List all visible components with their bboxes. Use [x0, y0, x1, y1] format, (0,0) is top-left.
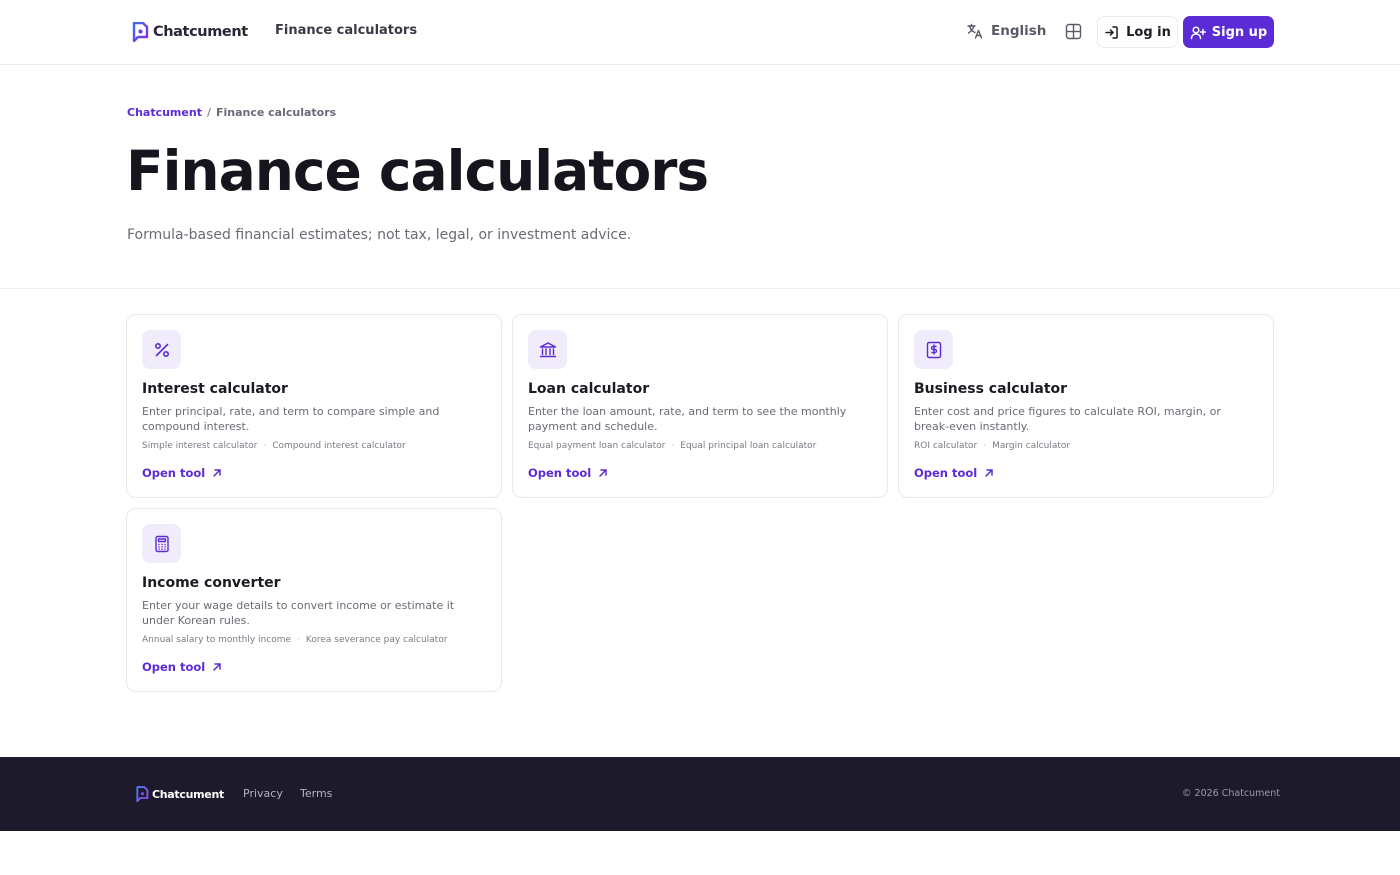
arrow-up-right-icon [599, 469, 607, 477]
card-tag[interactable]: Annual salary to monthly income [142, 635, 291, 645]
footer-brand-name: Chatcument [152, 788, 224, 801]
breadcrumb: Chatcument / Finance calculators [127, 106, 336, 119]
card-tag[interactable]: Compound interest calculator [272, 441, 406, 451]
card-title: Loan calculator [528, 381, 650, 397]
breadcrumb-separator: / [206, 106, 211, 119]
card-icon-wrap [142, 524, 181, 563]
open-tool-label: Open tool [914, 466, 978, 480]
card-tag[interactable]: Margin calculator [992, 441, 1070, 451]
card-tag[interactable]: Equal payment loan calculator [528, 441, 665, 451]
chatcument-logo-icon [132, 21, 149, 42]
card-tags: Annual salary to monthly income · Korea … [142, 635, 447, 645]
language-selector[interactable]: English [966, 22, 1046, 40]
language-label: English [991, 23, 1047, 39]
footer-brand-logo[interactable]: Chatcument [135, 786, 224, 803]
page-subtitle: Formula-based financial estimates; not t… [127, 227, 632, 243]
open-tool-link[interactable]: Open tool [914, 466, 994, 480]
open-tool-label: Open tool [142, 660, 206, 674]
footer-terms-link[interactable]: Terms [300, 787, 332, 800]
site-footer: Chatcument Privacy Terms © 2026 Chatcume… [0, 757, 1400, 831]
open-tool-link[interactable]: Open tool [142, 466, 222, 480]
card-icon-wrap [142, 330, 181, 369]
card-description: Enter principal, rate, and term to compa… [142, 405, 440, 433]
nav-finance-calculators[interactable]: Finance calculators [275, 23, 417, 38]
user-plus-icon [1190, 25, 1206, 39]
tag-separator: · [983, 441, 987, 451]
card-tag[interactable]: Korea severance pay calculator [306, 635, 448, 645]
signup-label: Sign up [1211, 24, 1268, 40]
open-tool-link[interactable]: Open tool [528, 466, 608, 480]
login-icon [1105, 25, 1118, 39]
tag-separator: · [297, 635, 300, 645]
card-description: Enter cost and price figures to calculat… [914, 405, 1221, 433]
grid-icon [1065, 23, 1082, 40]
copyright-text: © 2026 Chatcument [1182, 788, 1281, 799]
footer-privacy-link[interactable]: Privacy [243, 787, 283, 800]
card-title: Business calculator [914, 381, 1068, 397]
login-button[interactable]: Log in [1097, 16, 1178, 48]
section-divider [0, 288, 1400, 289]
bank-icon [539, 341, 556, 357]
card-description: Enter the loan amount, rate, and term to… [528, 405, 847, 433]
percent-icon [154, 342, 169, 357]
card-tag[interactable]: ROI calculator [914, 441, 977, 451]
chatcument-logo-icon [136, 786, 149, 803]
calculator-icon [154, 535, 169, 552]
arrow-up-right-icon [213, 663, 221, 671]
card-tags: Simple interest calculator · Compound in… [142, 441, 406, 451]
brand-logo[interactable]: Chatcument [131, 21, 248, 43]
tool-card-business[interactable]: Business calculator Enter cost and price… [898, 314, 1274, 498]
card-title: Interest calculator [142, 381, 288, 397]
card-tag[interactable]: Equal principal loan calculator [680, 441, 816, 451]
open-tool-link[interactable]: Open tool [142, 660, 222, 674]
apps-grid-button[interactable] [1063, 21, 1084, 42]
tag-separator: · [671, 441, 675, 451]
card-title: Income converter [142, 575, 281, 591]
arrow-up-right-icon [213, 469, 221, 477]
translate-icon [967, 23, 983, 39]
card-tags: Equal payment loan calculator · Equal pr… [528, 441, 816, 451]
arrow-up-right-icon [985, 469, 993, 477]
brand-name: Chatcument [153, 24, 248, 40]
card-description: Enter your wage details to convert incom… [142, 599, 455, 627]
login-label: Log in [1126, 24, 1171, 40]
open-tool-label: Open tool [142, 466, 206, 480]
card-icon-wrap [914, 330, 953, 369]
breadcrumb-home-link[interactable]: Chatcument [127, 106, 202, 119]
tool-card-loan[interactable]: Loan calculator Enter the loan amount, r… [512, 314, 888, 498]
tool-card-income[interactable]: Income converter Enter your wage details… [126, 508, 502, 692]
signup-button[interactable]: Sign up [1183, 16, 1274, 48]
card-tag[interactable]: Simple interest calculator [142, 441, 257, 451]
card-icon-wrap [528, 330, 567, 369]
page-title: Finance calculators [126, 139, 709, 203]
site-header: Chatcument Finance calculators English L… [0, 0, 1400, 65]
tool-card-interest[interactable]: Interest calculator Enter principal, rat… [126, 314, 502, 498]
open-tool-label: Open tool [528, 466, 592, 480]
breadcrumb-current: Finance calculators [215, 106, 337, 119]
card-tags: ROI calculator · Margin calculator [914, 441, 1070, 451]
tag-separator: · [263, 441, 267, 451]
receipt-dollar-icon [926, 341, 941, 358]
